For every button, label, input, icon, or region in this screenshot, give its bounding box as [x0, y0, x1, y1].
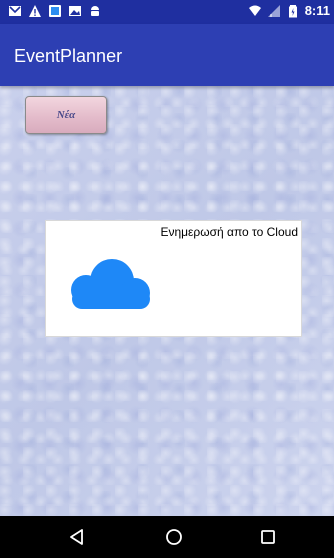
- warning-icon: [28, 4, 42, 18]
- recents-icon[interactable]: [257, 526, 279, 548]
- wifi-icon: [248, 4, 262, 18]
- clock: 8:11: [304, 3, 330, 18]
- android-icon: [88, 4, 102, 18]
- cloud-update-card[interactable]: Ενημερωσή απο το Cloud: [45, 220, 302, 337]
- app-title: EventPlanner: [14, 46, 123, 66]
- system-icons: 8:11: [248, 4, 330, 18]
- notification-icons: [8, 4, 102, 18]
- cloud-icon[interactable]: [60, 255, 154, 313]
- cloud-update-label: Ενημερωσή απο το Cloud: [160, 225, 298, 239]
- signal-icon: [267, 4, 281, 18]
- battery-icon: [286, 4, 300, 18]
- photo-icon: [68, 4, 82, 18]
- navigation-bar: [0, 516, 334, 558]
- new-event-button-label: Νέα: [56, 109, 76, 121]
- app-icon: [48, 4, 62, 18]
- app-bar: EventPlanner: [0, 24, 334, 86]
- back-icon[interactable]: [66, 526, 88, 548]
- home-icon[interactable]: [163, 526, 185, 548]
- status-bar: 8:11: [0, 0, 334, 24]
- new-event-button[interactable]: Νέα: [25, 96, 107, 134]
- gmail-icon: [8, 4, 22, 18]
